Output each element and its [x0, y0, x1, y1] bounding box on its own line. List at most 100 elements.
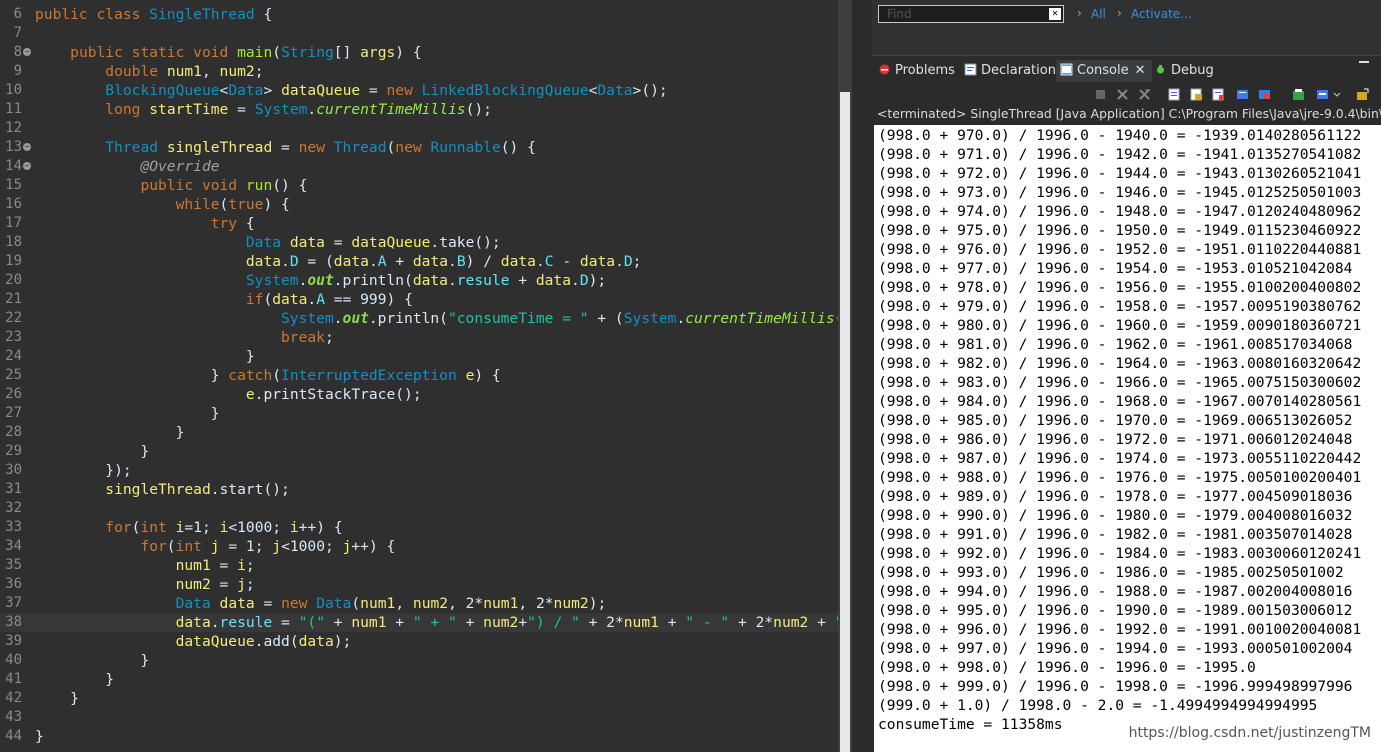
code-text: for(int i=1; i<1000; i++) {: [105, 519, 343, 536]
code-line[interactable]: 21 if(data.A == 999) {: [0, 290, 838, 309]
scrollbar-thumb[interactable]: [840, 92, 850, 752]
tab-console[interactable]: Console ✕: [1056, 60, 1152, 82]
console-line: (998.0 + 970.0) / 1996.0 - 1940.0 = -193…: [878, 127, 1362, 144]
line-number: 13: [5, 139, 22, 155]
code-line[interactable]: 35 num1 = i;: [0, 556, 838, 575]
code-line[interactable]: 39 dataQueue.add(data);: [0, 632, 838, 651]
code-text: }: [35, 671, 115, 688]
code-line[interactable]: 6 public class SingleThread {: [0, 5, 838, 24]
code-line[interactable]: 11 long startTime = System.currentTimeMi…: [0, 100, 838, 119]
code-text: }: [35, 405, 220, 422]
code-line[interactable]: 10 BlockingQueue<Data> dataQueue = new L…: [0, 81, 838, 100]
code-line[interactable]: 14− @Override: [0, 157, 838, 176]
code-line[interactable]: 20 System.out.println(data.resule + data…: [0, 271, 838, 290]
code-line[interactable]: 32: [0, 499, 838, 518]
remove-launch-icon[interactable]: [1116, 88, 1129, 101]
fold-toggle-icon[interactable]: −: [23, 48, 31, 56]
code-line[interactable]: 15 public void run() {: [0, 176, 838, 195]
tab-declaration[interactable]: Declaration: [964, 60, 1062, 82]
code-line[interactable]: 23 break;: [0, 328, 838, 347]
code-line[interactable]: 27 }: [0, 404, 838, 423]
code-line[interactable]: 43: [0, 708, 838, 727]
chevron-right-icon: ›: [1117, 6, 1122, 20]
fold-toggle-icon[interactable]: −: [23, 143, 31, 151]
line-number: 7: [13, 25, 22, 41]
code-line[interactable]: 37 Data data = new Data(num1, num2, 2*nu…: [0, 594, 838, 613]
console-line: (998.0 + 975.0) / 1996.0 - 1950.0 = -194…: [878, 222, 1362, 239]
display-console-icon[interactable]: [1316, 88, 1329, 101]
code-line[interactable]: 19 data.D = (data.A + data.B) / data.C -…: [0, 252, 838, 271]
code-line[interactable]: 24 }: [0, 347, 838, 366]
tab-label: Declaration: [981, 63, 1056, 78]
code-line[interactable]: 36 num2 = j;: [0, 575, 838, 594]
console-status: <terminated> SingleThread [Java Applicat…: [877, 106, 1381, 121]
open-console-icon[interactable]: [1356, 88, 1369, 101]
code-line[interactable]: 8− public static void main(String[] args…: [0, 43, 838, 62]
minimize-icon[interactable]: [1359, 61, 1369, 63]
code-line[interactable]: 29 }: [0, 442, 838, 461]
code-line[interactable]: 9 double num1, num2;: [0, 62, 838, 81]
console-output[interactable]: (998.0 + 970.0) / 1996.0 - 1940.0 = -193…: [874, 125, 1381, 752]
line-number: 15: [5, 177, 22, 193]
line-number: 12: [5, 120, 22, 136]
clear-find-icon[interactable]: ✕: [1049, 8, 1061, 20]
activate-link[interactable]: Activate...: [1131, 7, 1192, 21]
line-number: 24: [5, 348, 22, 364]
close-icon[interactable]: ✕: [1135, 63, 1146, 78]
code-line[interactable]: 26 e.printStackTrace();: [0, 385, 838, 404]
console-line: (999.0 + 1.0) / 1998.0 - 2.0 = -1.499499…: [878, 697, 1318, 714]
console-line: (998.0 + 985.0) / 1996.0 - 1970.0 = -196…: [878, 412, 1353, 429]
clear-console-icon[interactable]: [1168, 88, 1181, 101]
code-line[interactable]: 40 }: [0, 651, 838, 670]
word-wrap-icon[interactable]: [1212, 88, 1225, 101]
code-line[interactable]: 38 data.resule = "(" + num1 + " + " + nu…: [0, 613, 838, 632]
chevron-down-icon[interactable]: [1333, 88, 1341, 101]
console-line: consumeTime = 11358ms: [878, 716, 1063, 733]
line-number: 34: [5, 538, 22, 554]
fold-toggle-icon[interactable]: −: [23, 162, 31, 170]
code-line[interactable]: 44}: [0, 727, 838, 746]
console-line: (998.0 + 991.0) / 1996.0 - 1982.0 = -198…: [878, 526, 1353, 543]
line-number: 40: [5, 652, 22, 668]
code-text: }: [35, 728, 44, 745]
tab-label: Debug: [1171, 63, 1214, 78]
code-text: break;: [281, 329, 334, 346]
scroll-lock-icon[interactable]: [1190, 88, 1203, 101]
code-line[interactable]: 22 System.out.println("consumeTime = " +…: [0, 309, 838, 328]
code-line[interactable]: 13− Thread singleThread = new Thread(new…: [0, 138, 838, 157]
code-text: e.printStackTrace();: [245, 386, 422, 403]
line-number: 19: [5, 253, 22, 269]
show-on-error-icon[interactable]: [1258, 88, 1271, 101]
find-input[interactable]: Find ✕: [878, 5, 1064, 23]
editor-scrollbar[interactable]: [838, 0, 852, 752]
all-link[interactable]: All: [1091, 7, 1106, 21]
code-line[interactable]: 17 try {: [0, 214, 838, 233]
tab-problems[interactable]: Problems: [878, 60, 961, 82]
show-on-output-icon[interactable]: [1236, 88, 1249, 101]
code-text: singleThread.start();: [105, 481, 290, 498]
tab-debug[interactable]: Debug: [1154, 60, 1220, 82]
code-line[interactable]: 41 }: [0, 670, 838, 689]
code-line[interactable]: 25 } catch(InterruptedException e) {: [0, 366, 838, 385]
code-editor[interactable]: 6 public class SingleThread {7 8− public s…: [0, 0, 838, 752]
remove-all-terminated-icon[interactable]: [1138, 88, 1151, 101]
code-text: }: [35, 443, 150, 460]
code-line[interactable]: 34 for(int j = 1; j<1000; j++) {: [0, 537, 838, 556]
code-line[interactable]: 33 for(int i=1; i<1000; i++) {: [0, 518, 838, 537]
line-number: 38: [5, 614, 22, 630]
code-line[interactable]: 12: [0, 119, 838, 138]
code-line[interactable]: 31 singleThread.start();: [0, 480, 838, 499]
line-number: 16: [5, 196, 22, 212]
pin-console-icon[interactable]: [1292, 88, 1305, 101]
line-number: 30: [5, 462, 22, 478]
terminate-icon[interactable]: [1094, 88, 1107, 101]
console-line: (998.0 + 982.0) / 1996.0 - 1964.0 = -196…: [878, 355, 1362, 372]
code-line[interactable]: 28 }: [0, 423, 838, 442]
console-line: (998.0 + 983.0) / 1996.0 - 1966.0 = -196…: [878, 374, 1362, 391]
code-line[interactable]: 30 });: [0, 461, 838, 480]
console-line: (998.0 + 984.0) / 1996.0 - 1968.0 = -196…: [878, 393, 1362, 410]
code-line[interactable]: 7: [0, 24, 838, 43]
code-line[interactable]: 18 Data data = dataQueue.take();: [0, 233, 838, 252]
code-line[interactable]: 16 while(true) {: [0, 195, 838, 214]
code-line[interactable]: 42 }: [0, 689, 838, 708]
